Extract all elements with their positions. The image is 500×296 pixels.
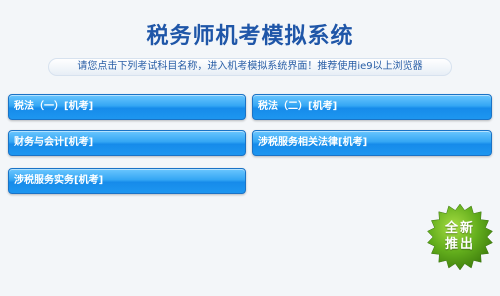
new-release-badge: 全新 推出	[426, 203, 494, 271]
exam-tax-related-law-button[interactable]: 涉税服务相关法律[机考]	[252, 130, 492, 156]
badge-text-line2: 推出	[444, 237, 475, 252]
badge-text-line1: 全新	[444, 221, 475, 236]
exam-finance-accounting-button[interactable]: 财务与会计[机考]	[8, 130, 246, 156]
exam-tax-service-practice-button[interactable]: 涉税服务实务[机考]	[8, 168, 246, 194]
instruction-bar: 请您点击下列考试科目名称，进入机考模拟系统界面！推荐使用ie9以上浏览器	[48, 58, 452, 76]
instruction-text: 请您点击下列考试科目名称，进入机考模拟系统界面！推荐使用ie9以上浏览器	[77, 61, 423, 72]
exam-tax-law-2-button[interactable]: 税法（二）[机考]	[252, 94, 492, 120]
page-title: 税务师机考模拟系统	[146, 24, 354, 49]
exam-tax-law-1-button[interactable]: 税法（一）[机考]	[8, 94, 246, 120]
